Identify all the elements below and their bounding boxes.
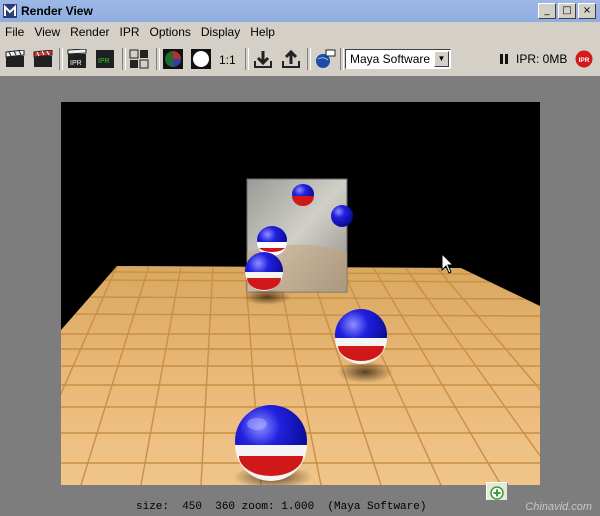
title-bar: Render View _ □ × <box>0 0 600 22</box>
rerender-clapper-icon[interactable] <box>32 48 54 70</box>
color-channels-icon[interactable] <box>162 48 184 70</box>
ipr-status: IPR: 0MB <box>516 52 568 66</box>
render-view-window: Render View _ □ × File View Render IPR O… <box>0 0 600 516</box>
window-title: Render View <box>21 4 93 18</box>
renderer-dropdown[interactable]: Maya Software ▼ <box>345 49 451 69</box>
sphere-back <box>245 252 283 291</box>
renderer-value: Maya Software <box>350 52 431 66</box>
close-button[interactable]: × <box>578 3 596 19</box>
ipr-refresh-icon[interactable]: IPR <box>94 48 116 70</box>
pause-icon[interactable] <box>499 54 509 64</box>
zoom-label[interactable]: 1:1 <box>219 53 236 67</box>
keep-image-icon[interactable] <box>252 48 274 70</box>
maximize-button[interactable]: □ <box>558 3 576 19</box>
ipr-label: IPR <box>70 60 82 67</box>
remove-image-icon[interactable] <box>280 48 302 70</box>
menu-render[interactable]: Render <box>65 25 114 39</box>
render-settings-icon[interactable] <box>314 48 336 70</box>
ipr-stop-icon[interactable]: IPR <box>575 50 593 68</box>
watermark: Chinavid.com <box>525 501 592 513</box>
rendered-image <box>61 102 540 485</box>
status-bar: size: 450 360 zoom: 1.000 (Maya Software… <box>0 500 600 516</box>
render-clapper-icon[interactable] <box>4 48 26 70</box>
maya-app-icon <box>3 4 17 18</box>
render-scene <box>61 178 540 485</box>
render-viewport[interactable] <box>0 77 600 504</box>
menu-help[interactable]: Help <box>245 25 280 39</box>
ipr-render-icon[interactable]: IPR <box>66 48 88 70</box>
render-region-icon[interactable] <box>128 48 150 70</box>
menu-file[interactable]: File <box>0 25 29 39</box>
alpha-channel-icon[interactable] <box>190 48 212 70</box>
image-size-status: size: 450 360 zoom: 1.000 (Maya Software… <box>136 501 427 513</box>
ipr-badge-label: IPR <box>579 57 590 64</box>
menu-display[interactable]: Display <box>196 25 245 39</box>
sphere-middle <box>335 309 387 364</box>
menu-view[interactable]: View <box>29 25 65 39</box>
menu-bar: File View Render IPR Options Display Hel… <box>0 22 600 42</box>
sphere-front <box>235 405 307 481</box>
menu-ipr[interactable]: IPR <box>115 25 145 39</box>
mouse-cursor-icon <box>441 253 455 274</box>
ipr-label: IPR <box>98 58 110 65</box>
toolbar: IPR IPR 1:1 Maya Software ▼ IPR: 0MB IPR <box>0 42 600 77</box>
menu-options[interactable]: Options <box>145 25 196 39</box>
minimize-button[interactable]: _ <box>538 3 556 19</box>
chevron-down-icon[interactable]: ▼ <box>434 51 449 67</box>
